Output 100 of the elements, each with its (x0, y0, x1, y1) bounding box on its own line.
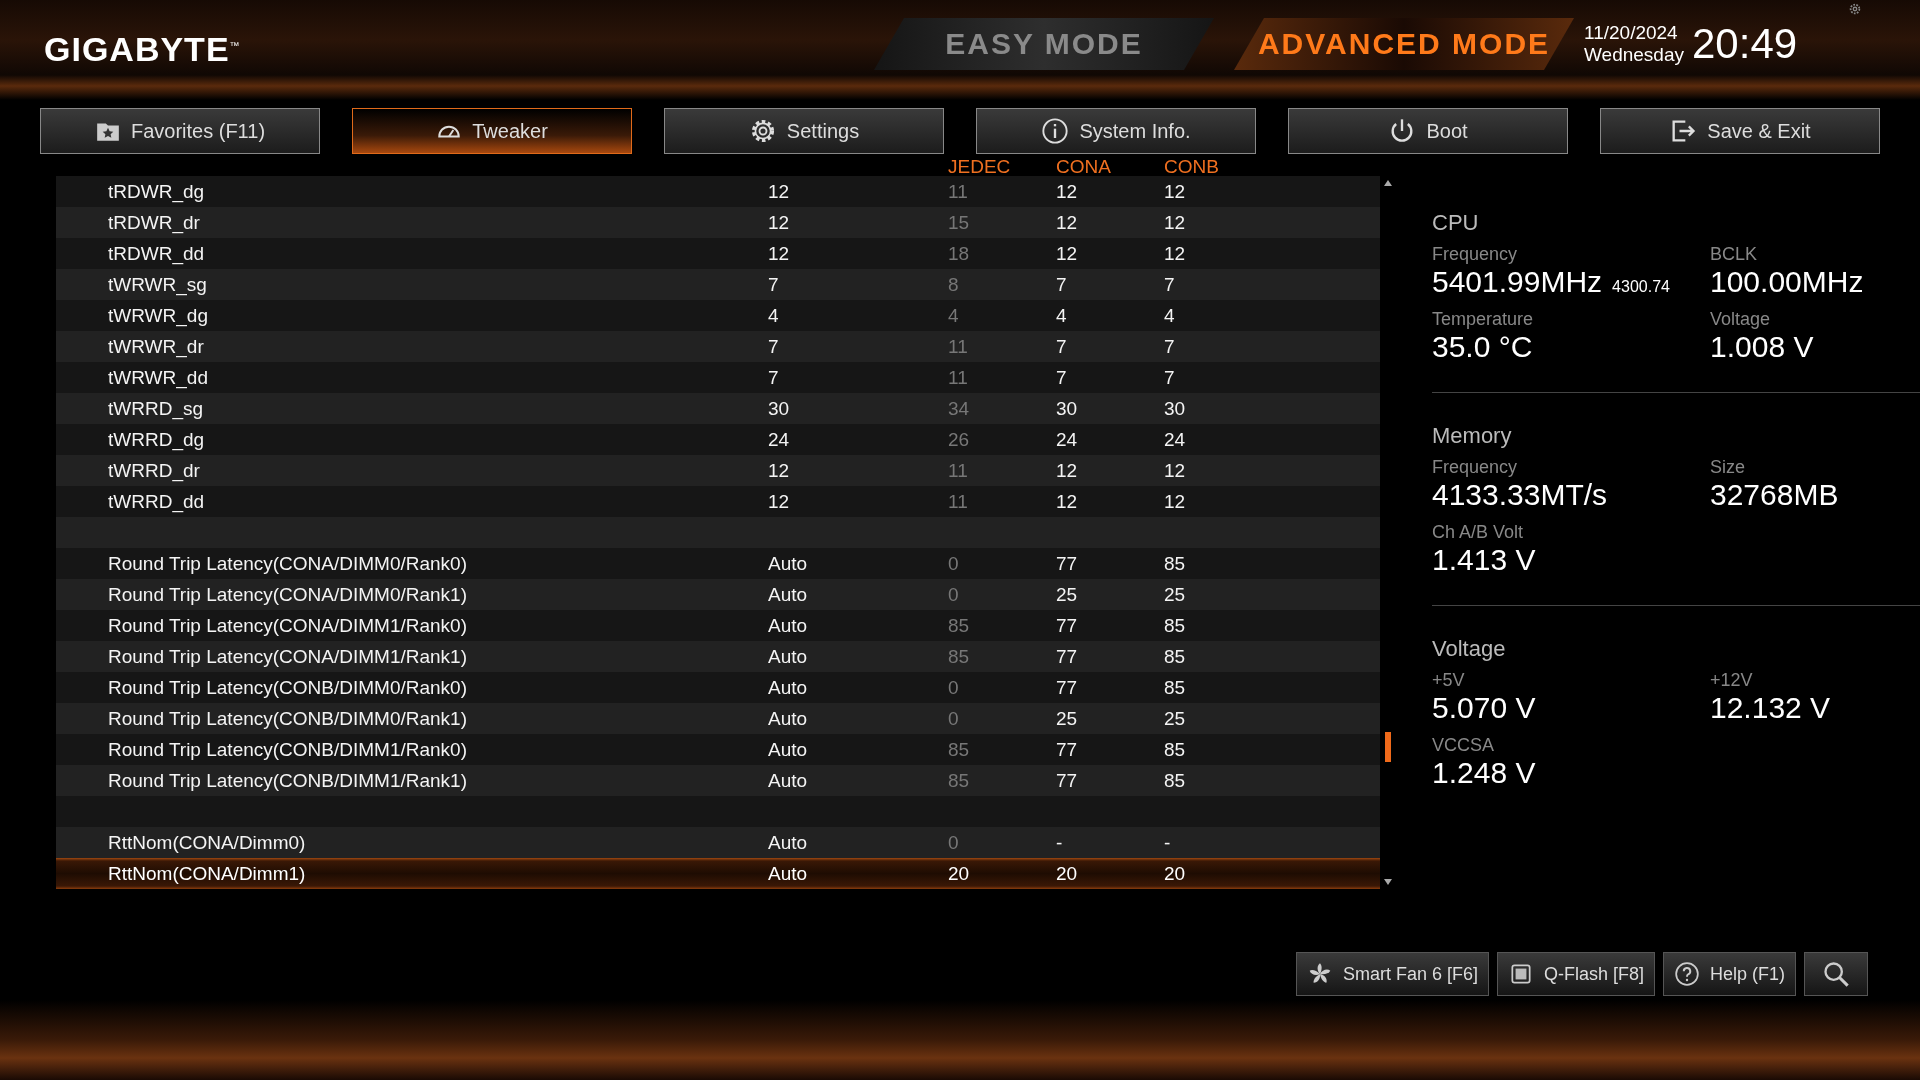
cona-value: 4 (1056, 304, 1068, 327)
setting-name: Round Trip Latency(CONB/DIMM1/Rank0) (108, 738, 468, 761)
setting-row[interactable]: tRDWR_dd 12 18 12 12 (56, 238, 1380, 269)
cona-value: 77 (1056, 645, 1079, 668)
setting-value: 12 (768, 490, 791, 513)
cona-value: 12 (1056, 459, 1079, 482)
menu-tab[interactable]: Boot (1288, 108, 1568, 154)
cona-value: 77 (1056, 614, 1079, 637)
setting-row[interactable]: Round Trip Latency(CONA/DIMM0/Rank1) Auto 0 25 25 (56, 579, 1380, 610)
jedec-value: 0 (948, 583, 960, 606)
footer-button[interactable]: Q-Flash [F8] (1496, 952, 1655, 996)
section-title: Voltage (1432, 636, 1507, 662)
setting-row[interactable]: tWRRD_dg 24 26 24 24 (56, 424, 1380, 455)
setting-row[interactable]: tWRWR_sg 7 8 7 7 (56, 269, 1380, 300)
setting-value: 7 (768, 335, 780, 358)
conb-value: 30 (1164, 397, 1187, 420)
setting-row[interactable]: Round Trip Latency(CONB/DIMM0/Rank1) Auto 0 25 25 (56, 703, 1380, 734)
reading-label: Size (1710, 457, 1746, 478)
conb-value: 7 (1164, 366, 1176, 389)
setting-row[interactable]: RttNom(CONA/Dimm1) Auto 20 20 20 (56, 858, 1380, 889)
conb-value: 85 (1164, 645, 1187, 668)
conb-value: 85 (1164, 769, 1187, 792)
cona-value: 25 (1056, 707, 1079, 730)
setting-row[interactable]: tWRWR_dg 4 4 4 4 (56, 300, 1380, 331)
setting-name: Round Trip Latency(CONA/DIMM1/Rank1) (108, 645, 468, 668)
setting-name: tWRRD_sg (108, 397, 204, 420)
setting-row[interactable]: tWRRD_sg 30 34 30 30 (56, 393, 1380, 424)
scroll-up-icon[interactable] (1383, 178, 1393, 188)
conb-value: 12 (1164, 242, 1187, 265)
setting-row[interactable]: Round Trip Latency(CONB/DIMM1/Rank0) Auto 85 77 85 (56, 734, 1380, 765)
setting-name: Round Trip Latency(CONB/DIMM0/Rank0) (108, 676, 468, 699)
setting-row[interactable]: RttNom(CONA/Dimm0) Auto 0 - - (56, 827, 1380, 858)
jedec-value: 0 (948, 707, 960, 730)
scroll-down-icon[interactable] (1383, 877, 1393, 887)
menu-tab[interactable]: Favorites (F11) (40, 108, 320, 154)
setting-value: Auto (768, 738, 809, 761)
menu-tab[interactable]: System Info. (976, 108, 1256, 154)
setting-name: tWRWR_sg (108, 273, 208, 296)
info-icon (1041, 117, 1070, 145)
setting-row[interactable]: tRDWR_dr 12 15 12 12 (56, 207, 1380, 238)
mode-tab[interactable]: ADVANCED MODE (1234, 18, 1574, 70)
setting-row[interactable]: Round Trip Latency(CONA/DIMM1/Rank1) Auto 85 77 85 (56, 641, 1380, 672)
cona-value: 25 (1056, 583, 1079, 606)
setting-value: Auto (768, 676, 809, 699)
setting-value: Auto (768, 862, 809, 885)
jedec-value: 85 (948, 769, 971, 792)
setting-row[interactable]: tWRWR_dr 7 11 7 7 (56, 331, 1380, 362)
menu-tab[interactable]: Settings (664, 108, 944, 154)
cona-value: 7 (1056, 273, 1068, 296)
scrollbar-thumb[interactable] (1385, 732, 1391, 762)
cona-value: 24 (1056, 428, 1079, 451)
jedec-value: 11 (948, 180, 969, 203)
reading-value: 1.413 V (1432, 543, 1536, 577)
menu-tab[interactable]: Save & Exit (1600, 108, 1880, 154)
setting-name: tWRRD_dg (108, 428, 206, 451)
reading-value: 1.008 V (1710, 330, 1814, 364)
jedec-value: 8 (948, 273, 960, 296)
conb-value: 12 (1164, 180, 1187, 203)
mode-tab[interactable]: EASY MODE (874, 18, 1214, 70)
setting-row[interactable]: tWRRD_dd 12 11 12 12 (56, 486, 1380, 517)
setting-row[interactable]: tWRWR_dd 7 11 7 7 (56, 362, 1380, 393)
search-icon (1822, 960, 1850, 988)
jedec-value: 20 (948, 862, 971, 885)
cona-value: 12 (1056, 180, 1079, 203)
setting-row[interactable]: Round Trip Latency(CONB/DIMM1/Rank1) Auto 85 77 85 (56, 765, 1380, 796)
cona-value: 30 (1056, 397, 1079, 420)
jedec-value: 18 (948, 242, 971, 265)
cona-value: 77 (1056, 552, 1079, 575)
setting-value: Auto (768, 552, 809, 575)
conb-value: 4 (1164, 304, 1176, 327)
setting-name: tWRWR_dr (108, 335, 205, 358)
setting-name: tRDWR_dg (108, 180, 206, 203)
setting-value: Auto (768, 769, 809, 792)
reading-label: Ch A/B Volt (1432, 522, 1525, 543)
conb-value: 25 (1164, 583, 1187, 606)
setting-value: Auto (768, 831, 809, 854)
search-button[interactable] (1804, 952, 1868, 996)
setting-row[interactable]: Round Trip Latency(CONA/DIMM0/Rank0) Auto 0 77 85 (56, 548, 1380, 579)
conb-value: 24 (1164, 428, 1187, 451)
footer-button[interactable]: Help (F1) (1663, 952, 1796, 996)
setting-row[interactable]: Round Trip Latency(CONB/DIMM0/Rank0) Auto 0 77 85 (56, 672, 1380, 703)
setting-row[interactable]: tRDWR_dg 12 11 12 12 (56, 176, 1380, 207)
setting-name: Round Trip Latency(CONA/DIMM0/Rank0) (108, 552, 468, 575)
cona-value: 7 (1056, 335, 1068, 358)
settings-icon[interactable] (1848, 2, 1862, 16)
jedec-value: 11 (948, 335, 969, 358)
conb-value: 12 (1164, 490, 1187, 513)
setting-name: RttNom(CONA/Dimm0) (108, 831, 307, 854)
jedec-value: 11 (948, 459, 969, 482)
setting-name: Round Trip Latency(CONB/DIMM1/Rank1) (108, 769, 468, 792)
jedec-value: 0 (948, 552, 960, 575)
column-header: CONA (1056, 158, 1112, 176)
cona-value: 12 (1056, 211, 1079, 234)
conb-value: 85 (1164, 552, 1187, 575)
setting-row[interactable]: tWRRD_dr 12 11 12 12 (56, 455, 1380, 486)
menu-tab[interactable]: Tweaker (352, 108, 632, 154)
conb-value: 12 (1164, 211, 1187, 234)
setting-row[interactable]: Round Trip Latency(CONA/DIMM1/Rank0) Auto 85 77 85 (56, 610, 1380, 641)
reading-label: +5V (1432, 670, 1466, 691)
footer-button[interactable]: Smart Fan 6 [F6] (1295, 952, 1489, 996)
